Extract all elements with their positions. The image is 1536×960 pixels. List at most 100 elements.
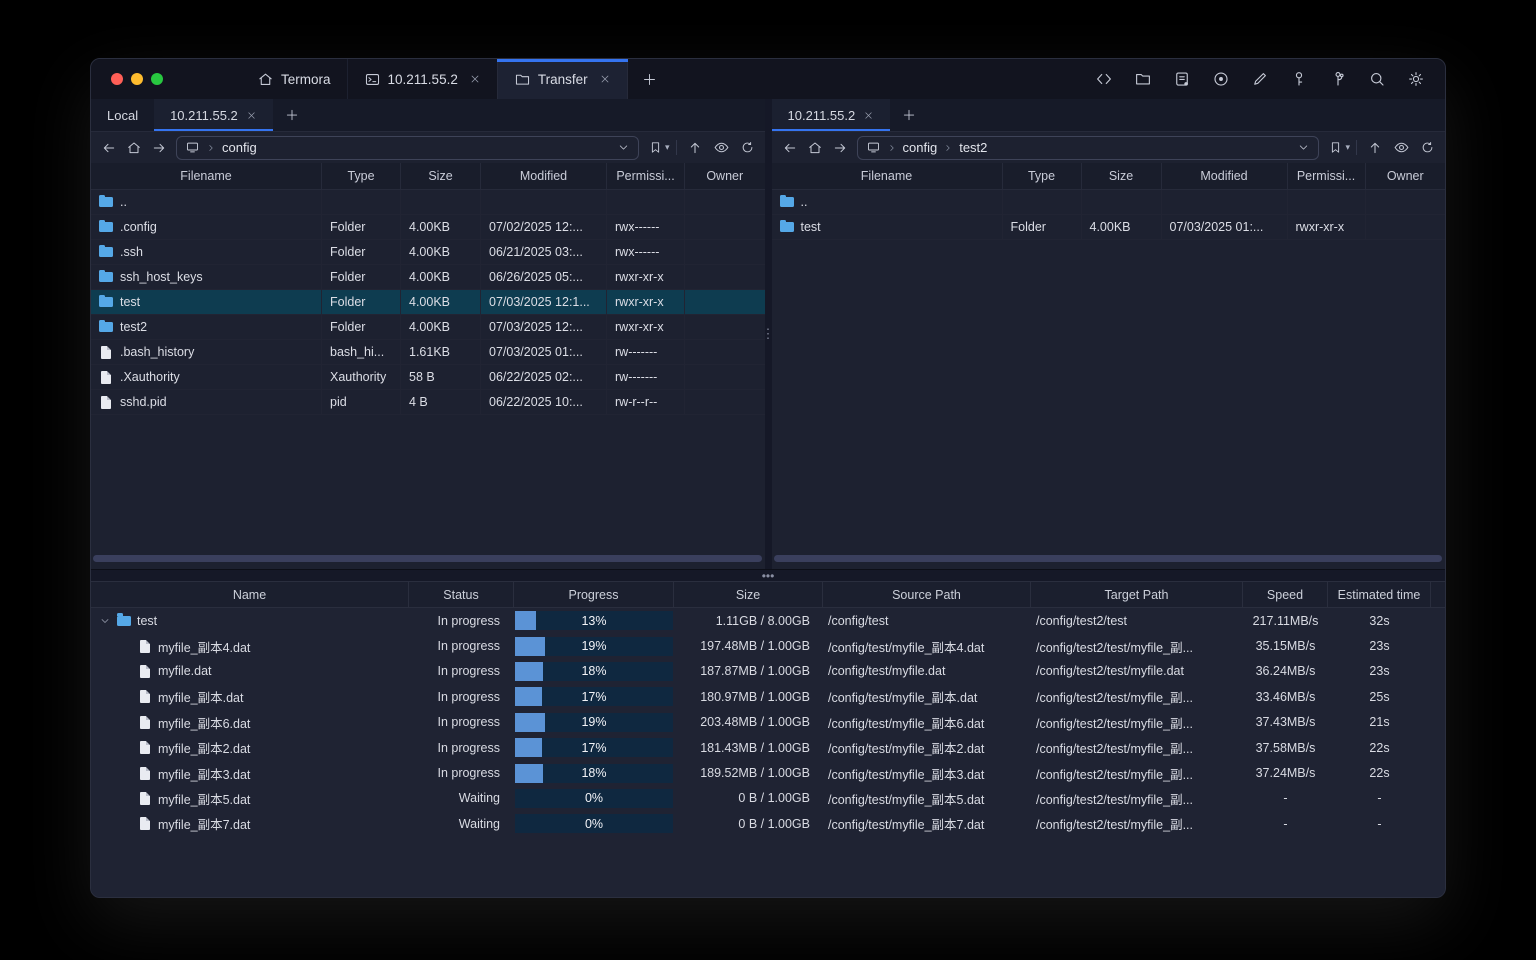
- show-hidden-icon[interactable]: [1393, 139, 1410, 156]
- table-row[interactable]: ssh_host_keys Folder 4.00KB 06/26/2025 0…: [91, 265, 765, 290]
- expand-chevron-icon[interactable]: [99, 615, 111, 627]
- column-header[interactable]: Filename: [91, 163, 322, 189]
- transfer-row[interactable]: myfile_副本6.dat In progress 19% 203.48MB …: [91, 710, 1445, 735]
- speed-cell: 37.58MB/s: [1255, 740, 1316, 755]
- progress-bar: 13%: [515, 611, 673, 631]
- column-header[interactable]: Modified: [1162, 163, 1288, 189]
- table-row[interactable]: sshd.pid pid 4 B 06/22/2025 10:... rw-r-…: [91, 390, 765, 415]
- path-segment[interactable]: config: [222, 140, 257, 155]
- tab-transfer[interactable]: Transfer: [496, 59, 628, 99]
- column-header[interactable]: Status: [409, 582, 514, 607]
- close-icon[interactable]: [599, 73, 611, 85]
- minimize-window-button[interactable]: [131, 73, 143, 85]
- tab-remote-host[interactable]: 10.211.55.2: [771, 99, 891, 131]
- table-row-selected[interactable]: test Folder 4.00KB 07/03/2025 12:1... rw…: [91, 290, 765, 315]
- record-icon[interactable]: [1212, 70, 1230, 88]
- column-header[interactable]: Modified: [481, 163, 607, 189]
- bookmark-button[interactable]: ▾: [648, 140, 677, 155]
- column-header[interactable]: Owner: [685, 163, 765, 189]
- speed-cell: 217.11MB/s: [1252, 613, 1319, 628]
- tab-remote-host[interactable]: 10.211.55.2: [154, 99, 273, 131]
- table-row[interactable]: ..: [91, 190, 765, 215]
- column-header[interactable]: Speed: [1243, 582, 1328, 607]
- target-path-cell: /config/test2/test/myfile_副...: [1036, 691, 1194, 706]
- upload-icon[interactable]: [687, 140, 703, 156]
- horizontal-scrollbar[interactable]: [773, 555, 1442, 562]
- table-row[interactable]: test Folder 4.00KB 07/03/2025 01:... rwx…: [771, 215, 1445, 240]
- column-header[interactable]: Target Path: [1031, 582, 1243, 607]
- horizontal-scrollbar[interactable]: [93, 555, 762, 562]
- code-icon[interactable]: [1095, 70, 1113, 88]
- transfer-row[interactable]: myfile_副本7.dat Waiting 0% 0 B / 1.00GB /…: [91, 811, 1445, 836]
- table-row[interactable]: test2 Folder 4.00KB 07/03/2025 12:... rw…: [91, 315, 765, 340]
- key-icon[interactable]: [1290, 70, 1308, 88]
- path-segment[interactable]: test2: [959, 140, 987, 155]
- refresh-icon[interactable]: [1420, 140, 1435, 155]
- table-row[interactable]: .ssh Folder 4.00KB 06/21/2025 03:... rwx…: [91, 240, 765, 265]
- owner-cell: [685, 240, 765, 264]
- transfer-row[interactable]: myfile_副本5.dat Waiting 0% 0 B / 1.00GB /…: [91, 786, 1445, 811]
- chevron-down-icon[interactable]: [617, 141, 630, 154]
- home-icon[interactable]: [126, 140, 142, 156]
- upload-icon[interactable]: [1367, 140, 1383, 156]
- refresh-icon[interactable]: [740, 140, 755, 155]
- path-segment[interactable]: config: [903, 140, 938, 155]
- back-icon[interactable]: [782, 140, 798, 156]
- table-row[interactable]: .Xauthority Xauthority 58 B 06/22/2025 0…: [91, 365, 765, 390]
- transfer-row[interactable]: myfile_副本.dat In progress 17% 180.97MB /…: [91, 684, 1445, 709]
- chevron-down-icon[interactable]: [1297, 141, 1310, 154]
- table-row[interactable]: ..: [771, 190, 1445, 215]
- new-panel-tab-button[interactable]: [273, 99, 311, 131]
- close-window-button[interactable]: [111, 73, 123, 85]
- transfer-row[interactable]: myfile_副本2.dat In progress 17% 181.43MB …: [91, 735, 1445, 760]
- tab-termora[interactable]: Termora: [241, 59, 347, 99]
- filename: sshd.pid: [120, 395, 167, 409]
- column-header[interactable]: Size: [674, 582, 823, 607]
- new-panel-tab-button[interactable]: [890, 99, 928, 131]
- column-header[interactable]: Estimated time: [1328, 582, 1431, 607]
- close-icon[interactable]: [469, 73, 481, 85]
- zoom-window-button[interactable]: [151, 73, 163, 85]
- search-icon[interactable]: [1368, 70, 1386, 88]
- path-bar[interactable]: config: [176, 135, 639, 160]
- path-bar[interactable]: config test2: [856, 135, 1320, 160]
- forward-icon[interactable]: [832, 140, 848, 156]
- close-icon[interactable]: [246, 110, 257, 121]
- bookmark-button[interactable]: ▾: [1328, 140, 1357, 155]
- tab-host[interactable]: 10.211.55.2: [346, 59, 497, 99]
- edit-icon[interactable]: [1251, 70, 1269, 88]
- column-header[interactable]: Progress: [514, 582, 674, 607]
- show-hidden-icon[interactable]: [713, 139, 730, 156]
- column-header[interactable]: Permissi...: [607, 163, 685, 189]
- column-header[interactable]: Type: [1003, 163, 1082, 189]
- transfer-splitter[interactable]: •••: [91, 569, 1445, 583]
- right-table-header: Filename Type Size Modified Permissi... …: [771, 163, 1446, 190]
- tab-local[interactable]: Local: [91, 99, 154, 131]
- column-header[interactable]: Name: [91, 582, 409, 607]
- log-icon[interactable]: [1173, 70, 1191, 88]
- transfer-row[interactable]: myfile_副本3.dat In progress 18% 189.52MB …: [91, 760, 1445, 785]
- column-header[interactable]: Size: [401, 163, 481, 189]
- column-header[interactable]: Permissi...: [1288, 163, 1366, 189]
- settings-icon[interactable]: [1407, 70, 1425, 88]
- keychain-icon[interactable]: [1329, 70, 1347, 88]
- modified-cell: 06/21/2025 03:...: [481, 240, 607, 264]
- new-tab-button[interactable]: [628, 59, 671, 99]
- home-icon[interactable]: [807, 140, 823, 156]
- forward-icon[interactable]: [151, 140, 167, 156]
- column-header[interactable]: Owner: [1366, 163, 1446, 189]
- close-icon[interactable]: [863, 110, 874, 121]
- table-row[interactable]: .bash_history bash_hi... 1.61KB 07/03/20…: [91, 340, 765, 365]
- column-header[interactable]: Source Path: [823, 582, 1031, 607]
- column-header[interactable]: Type: [322, 163, 401, 189]
- table-row[interactable]: .config Folder 4.00KB 07/02/2025 12:... …: [91, 215, 765, 240]
- column-header[interactable]: Filename: [772, 163, 1003, 189]
- panel-splitter[interactable]: ⋮: [762, 99, 775, 569]
- folder-icon[interactable]: [1134, 70, 1152, 88]
- transfer-row[interactable]: myfile.dat In progress 18% 187.87MB / 1.…: [91, 659, 1445, 684]
- back-icon[interactable]: [101, 140, 117, 156]
- transfer-row[interactable]: myfile_副本4.dat In progress 19% 197.48MB …: [91, 633, 1445, 658]
- column-header[interactable]: Size: [1082, 163, 1162, 189]
- file-icon: [140, 817, 150, 831]
- transfer-row[interactable]: test In progress 13% 1.11GB / 8.00GB /co…: [91, 608, 1445, 633]
